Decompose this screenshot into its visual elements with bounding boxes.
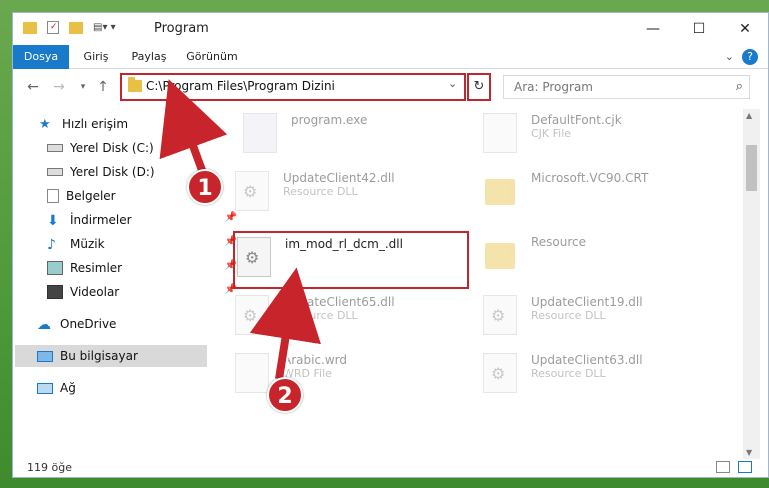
explorer-window: ✓ ▤▾ ▾ Program — ☐ ✕ Dosya Giriş Paylaş … (12, 12, 769, 478)
callout-2: 2 (267, 377, 303, 413)
callout-1: 1 (187, 169, 223, 205)
arrow-1-fill (166, 90, 212, 175)
annotation-arrows (159, 79, 321, 380)
